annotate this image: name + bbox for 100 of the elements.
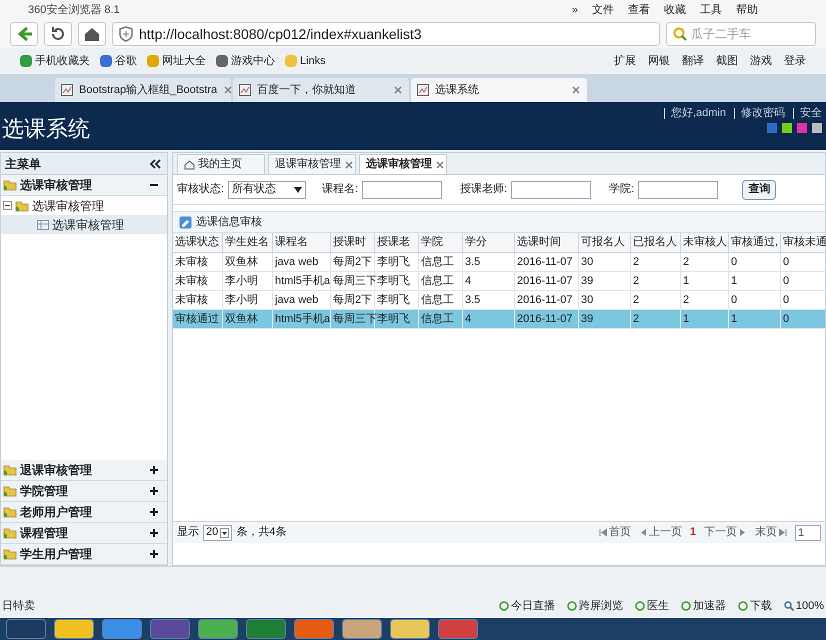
zoom-level[interactable]: 100% — [784, 598, 824, 614]
taskbar-app-icon[interactable] — [54, 619, 94, 639]
bookmark-item[interactable]: 游戏中心 — [216, 52, 275, 70]
taskbar-app-icon[interactable] — [294, 619, 334, 639]
column-header[interactable]: 未审核人 — [681, 233, 729, 252]
browser-tab[interactable]: Bootstrap输入框组_Bootstra — [55, 78, 231, 102]
accordion-header[interactable]: 退课审核管理 — [1, 460, 167, 481]
page-input[interactable]: 1 — [795, 524, 821, 540]
status-icon — [566, 600, 577, 611]
last-page-link[interactable]: 末页 — [755, 524, 787, 541]
accordion-header[interactable]: 课程管理 — [1, 523, 167, 544]
bookmark-item[interactable]: 谷歌 — [100, 52, 137, 70]
column-header[interactable]: 选课时间 — [515, 233, 579, 252]
accordion-header[interactable]: 学生用户管理 — [1, 544, 167, 565]
table-row[interactable]: 审核通过 双鱼林 html5手机a 每周三下李明飞 信息工 4 2016-11-07 39 2 1 1 0 — [173, 310, 825, 329]
page-tab[interactable]: 我的主页 — [177, 154, 265, 174]
column-header[interactable]: 审核通过, — [729, 233, 781, 252]
back-arrow-button[interactable] — [10, 22, 38, 46]
status-item[interactable]: 今日直播 — [498, 598, 555, 614]
status-item[interactable]: 下载 — [738, 598, 772, 614]
status-icon — [680, 600, 691, 611]
page-tab[interactable]: 退课审核管理 — [268, 154, 356, 174]
header-link[interactable]: 安全 — [793, 108, 822, 119]
menu-item[interactable]: 收藏 — [664, 2, 686, 18]
accordion-header[interactable]: 老师用户管理 — [1, 502, 167, 523]
first-page-link[interactable]: 首页 — [598, 524, 631, 541]
field-label: 学院: — [609, 182, 634, 198]
plus-icon — [149, 486, 159, 496]
address-field[interactable]: http://localhost:8080/cp012/index#xuankelist3 — [112, 22, 660, 46]
toolbar-item[interactable]: 网银 — [648, 52, 670, 70]
theme-swatch[interactable] — [812, 123, 822, 133]
next-page-link[interactable]: 下一页 — [704, 524, 747, 541]
taskbar-app-icon[interactable] — [102, 619, 142, 639]
column-header[interactable]: 课程名 — [273, 233, 331, 252]
status-select[interactable]: 所有状态 — [228, 180, 306, 198]
accordion-header[interactable]: 选课审核管理 — [1, 175, 167, 196]
theme-swatch[interactable] — [782, 123, 792, 133]
column-header[interactable]: 审核未通 — [781, 233, 826, 252]
search-button[interactable]: 查询 — [742, 180, 776, 200]
taskbar-app-icon[interactable] — [198, 619, 238, 639]
column-header[interactable]: 可报名人 — [579, 233, 631, 252]
table-row[interactable]: 未审核 双鱼林 java web 每周2下 李明飞 信息工 3.5 2016-11-07 30 2 2 0 0 — [173, 253, 825, 272]
header-link[interactable]: 您好,admin — [664, 108, 726, 119]
toolbar-item[interactable]: 扩展 — [614, 52, 636, 70]
column-header[interactable]: 授课时 — [331, 233, 375, 252]
theme-swatch[interactable] — [767, 123, 777, 133]
browser-tab[interactable]: 选课系统 — [411, 78, 587, 102]
window-title: 360安全浏览器 8.1 — [28, 2, 120, 18]
status-item[interactable]: 加速器 — [680, 598, 726, 614]
column-header[interactable]: 学院 — [419, 233, 463, 252]
menu-item[interactable]: » — [572, 2, 578, 18]
table-cell: 每周三下 — [331, 310, 375, 328]
college-field[interactable] — [638, 180, 718, 198]
column-header[interactable]: 授课老 — [375, 233, 419, 252]
column-header[interactable]: 已报名人 — [631, 233, 681, 252]
page-size-select[interactable]: 20 — [203, 524, 232, 540]
first-page-icon — [598, 528, 607, 537]
toolbar-item[interactable]: 登录 — [784, 52, 806, 70]
column-header[interactable]: 学生姓名 — [223, 233, 273, 252]
bookmark-item[interactable]: 网址大全 — [147, 52, 206, 70]
home-button[interactable] — [78, 22, 106, 46]
course-field[interactable] — [362, 180, 442, 198]
taskbar-app-icon[interactable] — [342, 619, 382, 639]
table-row[interactable]: 未审核 李小明 java web 每周2下 李明飞 信息工 3.5 2016-11-07 30 2 2 0 0 — [173, 291, 825, 310]
table-cell: 30 — [579, 291, 631, 309]
toolbar-item[interactable]: 翻译 — [682, 52, 704, 70]
table-cell: 双鱼林 — [223, 253, 273, 271]
accordion-header[interactable]: 学院管理 — [1, 481, 167, 502]
taskbar-app-icon[interactable] — [150, 619, 190, 639]
taskbar-app-icon[interactable] — [390, 619, 430, 639]
header-link[interactable]: 修改密码 — [734, 108, 785, 119]
menu-item[interactable]: 查看 — [628, 2, 650, 18]
menu-item[interactable]: 工具 — [700, 2, 722, 18]
menu-item[interactable]: 文件 — [592, 2, 614, 18]
theme-swatch[interactable] — [797, 123, 807, 133]
close-icon — [571, 85, 581, 95]
tab-label: 选课系统 — [435, 82, 479, 98]
toolbar-item[interactable]: 截图 — [716, 52, 738, 70]
folder-icon — [3, 485, 17, 497]
prev-page-link[interactable]: 上一页 — [638, 524, 682, 541]
bookmark-item[interactable]: Links — [285, 52, 326, 70]
refresh-button[interactable] — [44, 22, 72, 46]
status-item[interactable]: 跨屏浏览 — [566, 598, 623, 614]
table-row[interactable]: 未审核 李小明 html5手机a 每周三下李明飞 信息工 4 2016-11-07 39 2 1 1 0 — [173, 272, 825, 291]
tree-node[interactable]: 选课审核管理 — [1, 196, 167, 215]
status-item[interactable]: 医生 — [634, 598, 669, 614]
column-header[interactable]: 学分 — [463, 233, 515, 252]
page-tab[interactable]: 选课审核管理 — [359, 154, 447, 174]
menu-item[interactable]: 帮助 — [736, 2, 758, 18]
column-header[interactable]: 选课状态 — [173, 233, 223, 252]
teacher-field[interactable] — [511, 180, 592, 198]
tree-node[interactable]: 选课审核管理 — [1, 215, 167, 234]
tab-label: 我的主页 — [198, 156, 242, 172]
browser-tab[interactable]: 百度一下，你就知道 — [233, 78, 409, 102]
tab-label: 百度一下，你就知道 — [257, 82, 356, 98]
toolbar-item[interactable]: 游戏 — [750, 52, 772, 70]
home-icon — [83, 25, 101, 43]
taskbar-app-icon[interactable] — [6, 619, 46, 639]
folder-icon — [3, 527, 17, 539]
bookmark-item[interactable]: 手机收藏夹 — [20, 52, 90, 70]
